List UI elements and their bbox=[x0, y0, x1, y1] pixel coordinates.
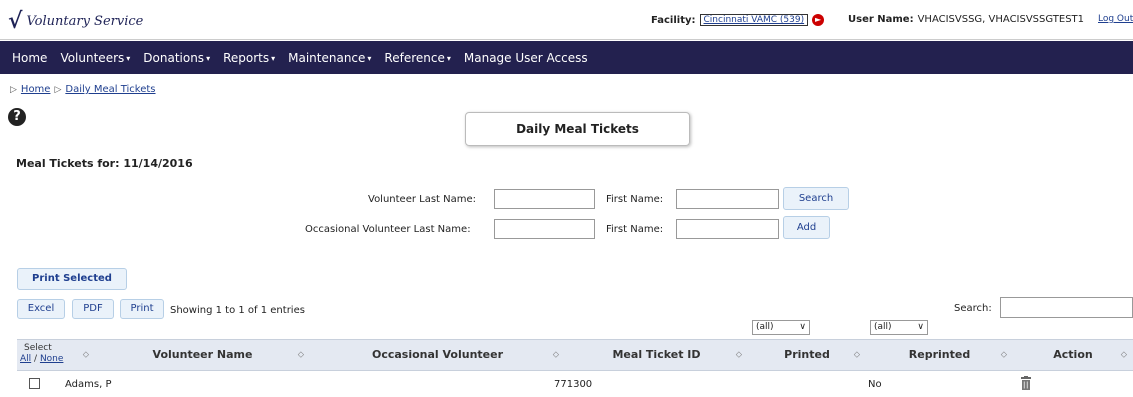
nav-home[interactable]: Home bbox=[12, 51, 47, 65]
reprinted-filter-value: (all) bbox=[874, 322, 892, 332]
help-icon[interactable]: ? bbox=[8, 108, 26, 126]
table-search-label: Search: bbox=[954, 303, 992, 314]
column-occasional-volunteer-label: Occasional Volunteer bbox=[371, 348, 504, 361]
search-button[interactable]: Search bbox=[783, 187, 849, 210]
print-button[interactable]: Print bbox=[120, 299, 164, 319]
cell-volunteer-name: Adams, P bbox=[65, 379, 112, 390]
column-volunteer-name[interactable]: Volunteer Name ⬦ bbox=[95, 340, 310, 370]
reprinted-filter-select[interactable]: (all) ∨ bbox=[870, 320, 928, 335]
main-nav: Home Volunteers ▾ Donations ▾ Reports ▾ Mai… bbox=[0, 41, 1133, 74]
caret-down-icon: ▾ bbox=[367, 53, 372, 63]
breadcrumb-arrow-icon: ▷ bbox=[54, 84, 62, 95]
nav-reference[interactable]: Reference ▾ bbox=[384, 51, 450, 65]
caret-down-icon: ▾ bbox=[271, 53, 276, 63]
facility-value[interactable]: Cincinnati VAMC (539) bbox=[699, 14, 809, 26]
meal-date-label: Meal Tickets for: 11/14/2016 bbox=[16, 157, 193, 170]
volunteer-first-name-label: First Name: bbox=[606, 194, 664, 205]
select-header: Select All / None bbox=[17, 339, 77, 371]
nav-volunteers-label: Volunteers bbox=[60, 50, 125, 65]
export-pdf-button[interactable]: PDF bbox=[72, 299, 114, 319]
nav-manage-user-access[interactable]: Manage User Access bbox=[464, 51, 588, 65]
cell-reprinted: No bbox=[868, 379, 882, 390]
nav-reports[interactable]: Reports ▾ bbox=[223, 51, 275, 65]
app-header: √ Voluntary Service Facility: Cincinnati… bbox=[0, 0, 1133, 40]
printed-filter-select[interactable]: (all) ∨ bbox=[752, 320, 810, 335]
column-printed[interactable]: Printed ⬦ bbox=[748, 340, 866, 370]
sort-icon: ⬦ bbox=[1120, 350, 1127, 360]
occasional-first-name-label: First Name: bbox=[606, 224, 664, 235]
nav-donations[interactable]: Donations ▾ bbox=[143, 51, 210, 65]
table-search-input[interactable] bbox=[1000, 297, 1133, 318]
volunteer-first-name-input[interactable] bbox=[676, 189, 779, 209]
app-name: Voluntary Service bbox=[26, 13, 144, 29]
select-all-none: All / None bbox=[20, 354, 64, 364]
nav-volunteers[interactable]: Volunteers ▾ bbox=[60, 51, 130, 65]
showing-entries-text: Showing 1 to 1 of 1 entries bbox=[170, 305, 305, 316]
sort-icon: ⬦ bbox=[552, 350, 559, 360]
row-select-checkbox[interactable] bbox=[29, 378, 40, 389]
add-button[interactable]: Add bbox=[783, 216, 830, 239]
printed-filter-value: (all) bbox=[756, 322, 774, 332]
nav-manage-user-access-label: Manage User Access bbox=[463, 50, 588, 65]
column-meal-ticket-id[interactable]: Meal Ticket ID ⬦ bbox=[565, 340, 748, 370]
caret-down-icon: ▾ bbox=[206, 53, 211, 63]
logout-link[interactable]: Log Out bbox=[1098, 14, 1133, 24]
breadcrumb-home[interactable]: Home bbox=[21, 84, 51, 95]
select-header-label: Select bbox=[24, 343, 52, 353]
occasional-last-name-label: Occasional Volunteer Last Name: bbox=[305, 224, 471, 235]
volunteer-last-name-input[interactable] bbox=[494, 189, 595, 209]
nav-home-label: Home bbox=[12, 50, 48, 65]
select-all-link[interactable]: All bbox=[20, 354, 31, 364]
occasional-last-name-input[interactable] bbox=[494, 219, 595, 239]
user-info: User Name: VHACISVSSG, VHACISVSSGTEST1 bbox=[848, 14, 1084, 25]
facility-label: Facility: bbox=[651, 14, 696, 26]
trash-icon[interactable] bbox=[1020, 376, 1032, 390]
column-reprinted[interactable]: Reprinted ⬦ bbox=[866, 340, 1013, 370]
column-meal-ticket-id-label: Meal Ticket ID bbox=[612, 348, 701, 361]
breadcrumb-arrow-icon: ▷ bbox=[10, 84, 17, 95]
sort-icon: ⬦ bbox=[735, 350, 742, 360]
app-logo: √ Voluntary Service bbox=[8, 8, 143, 34]
print-selected-button[interactable]: Print Selected bbox=[17, 268, 127, 290]
caret-down-icon: ▾ bbox=[126, 53, 131, 63]
column-occasional-volunteer[interactable]: Occasional Volunteer ⬦ bbox=[310, 340, 565, 370]
breadcrumb-daily-meal-tickets[interactable]: Daily Meal Tickets bbox=[65, 84, 155, 95]
breadcrumb: ▷ Home ▷ Daily Meal Tickets bbox=[6, 84, 156, 95]
chevron-down-icon: ∨ bbox=[799, 322, 806, 332]
select-none-link[interactable]: None bbox=[40, 354, 63, 364]
page-title: Daily Meal Tickets bbox=[465, 112, 690, 146]
column-action[interactable]: Action ⬦ bbox=[1013, 340, 1133, 370]
va-logo-icon: √ bbox=[8, 8, 23, 34]
table-header: ⬦ Volunteer Name ⬦ Occasional Volunteer ⬦ … bbox=[17, 339, 1133, 371]
user-value: VHACISVSSG, VHACISVSSGTEST1 bbox=[917, 14, 1085, 25]
column-reprinted-label: Reprinted bbox=[908, 348, 971, 361]
nav-donations-label: Donations bbox=[143, 50, 205, 65]
table-row: Adams, P 771300 No bbox=[17, 372, 1133, 397]
sort-icon: ⬦ bbox=[297, 350, 304, 360]
export-excel-button[interactable]: Excel bbox=[17, 299, 65, 319]
nav-maintenance[interactable]: Maintenance ▾ bbox=[288, 51, 371, 65]
user-label: User Name: bbox=[848, 14, 914, 25]
cell-meal-ticket-id: 771300 bbox=[554, 379, 593, 390]
nav-reports-label: Reports bbox=[223, 50, 270, 65]
facility-selector: Facility: Cincinnati VAMC (539) ► bbox=[651, 14, 825, 26]
sort-icon[interactable]: ⬦ bbox=[83, 340, 89, 370]
nav-reference-label: Reference bbox=[384, 50, 445, 65]
nav-maintenance-label: Maintenance bbox=[288, 50, 366, 65]
occasional-first-name-input[interactable] bbox=[676, 219, 779, 239]
caret-down-icon: ▾ bbox=[446, 53, 451, 63]
volunteer-last-name-label: Volunteer Last Name: bbox=[368, 194, 477, 205]
facility-change-icon[interactable]: ► bbox=[812, 14, 825, 26]
column-volunteer-name-label: Volunteer Name bbox=[152, 348, 253, 361]
column-action-label: Action bbox=[1053, 348, 1093, 361]
chevron-down-icon: ∨ bbox=[917, 322, 924, 332]
sort-icon: ⬦ bbox=[1000, 350, 1007, 360]
column-printed-label: Printed bbox=[784, 348, 830, 361]
sort-icon: ⬦ bbox=[853, 350, 860, 360]
